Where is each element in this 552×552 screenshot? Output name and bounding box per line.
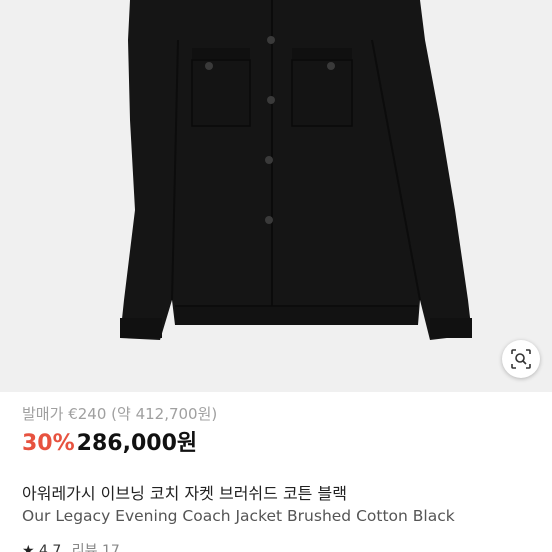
original-price: 발매가 €240 (약 412,700원)	[22, 403, 538, 424]
original-price-converted: (약 412,700원)	[111, 405, 218, 423]
rating-row[interactable]: ★ 4.7 리뷰 17	[22, 540, 538, 552]
product-title-english: Our Legacy Evening Coach Jacket Brushed …	[22, 507, 455, 525]
original-price-label: 발매가	[22, 405, 64, 423]
image-search-button[interactable]	[502, 340, 540, 378]
star-icon: ★	[22, 543, 35, 552]
sale-price: 286,000원	[76, 431, 198, 456]
jacket-illustration	[0, 0, 552, 392]
original-price-value: €240	[68, 405, 107, 423]
rating-value: 4.7	[39, 543, 62, 552]
price-row: 30%286,000원	[22, 428, 538, 460]
product-title-korean: 아워레가시 이브닝 코치 자켓 브러쉬드 코튼 블랙	[22, 484, 347, 503]
discount-rate: 30%	[22, 431, 75, 456]
product-image[interactable]	[0, 0, 552, 392]
product-page: 발매가 €240 (약 412,700원) 30%286,000원 아워레가시 …	[0, 0, 552, 552]
reviews-count[interactable]: 리뷰 17	[72, 543, 120, 552]
image-search-icon	[511, 349, 531, 369]
